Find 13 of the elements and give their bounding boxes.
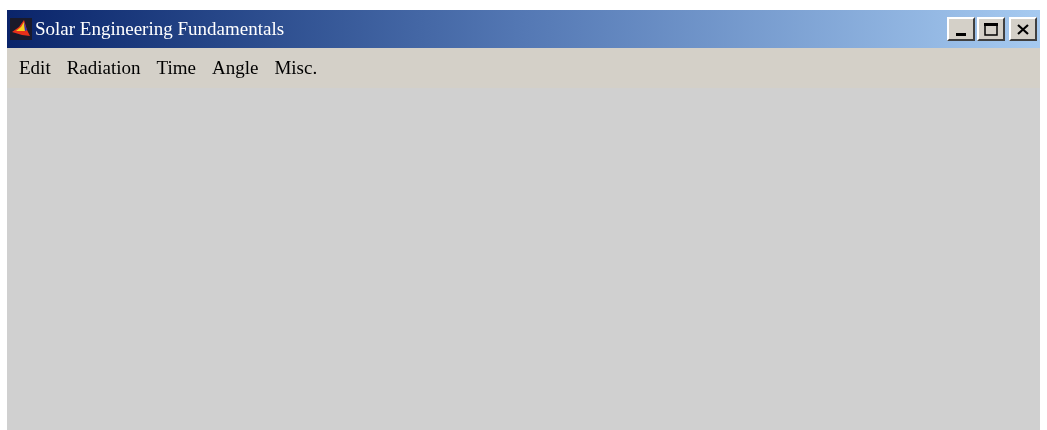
close-icon: [1017, 23, 1029, 35]
minimize-icon: [956, 33, 966, 36]
menu-item[interactable]: Radiation: [60, 53, 147, 83]
menu-item[interactable]: Misc.: [268, 53, 324, 83]
maximize-icon: [984, 22, 998, 36]
app-logo-icon: [10, 18, 32, 40]
window-title: Solar Engineering Fundamentals: [35, 16, 285, 41]
menu-item[interactable]: Edit: [13, 53, 57, 83]
minimize-button[interactable]: [947, 17, 975, 41]
menu-item[interactable]: Angle: [206, 53, 265, 83]
menu-item[interactable]: Time: [150, 53, 202, 83]
maximize-button[interactable]: [977, 17, 1005, 41]
close-button[interactable]: [1009, 17, 1037, 41]
